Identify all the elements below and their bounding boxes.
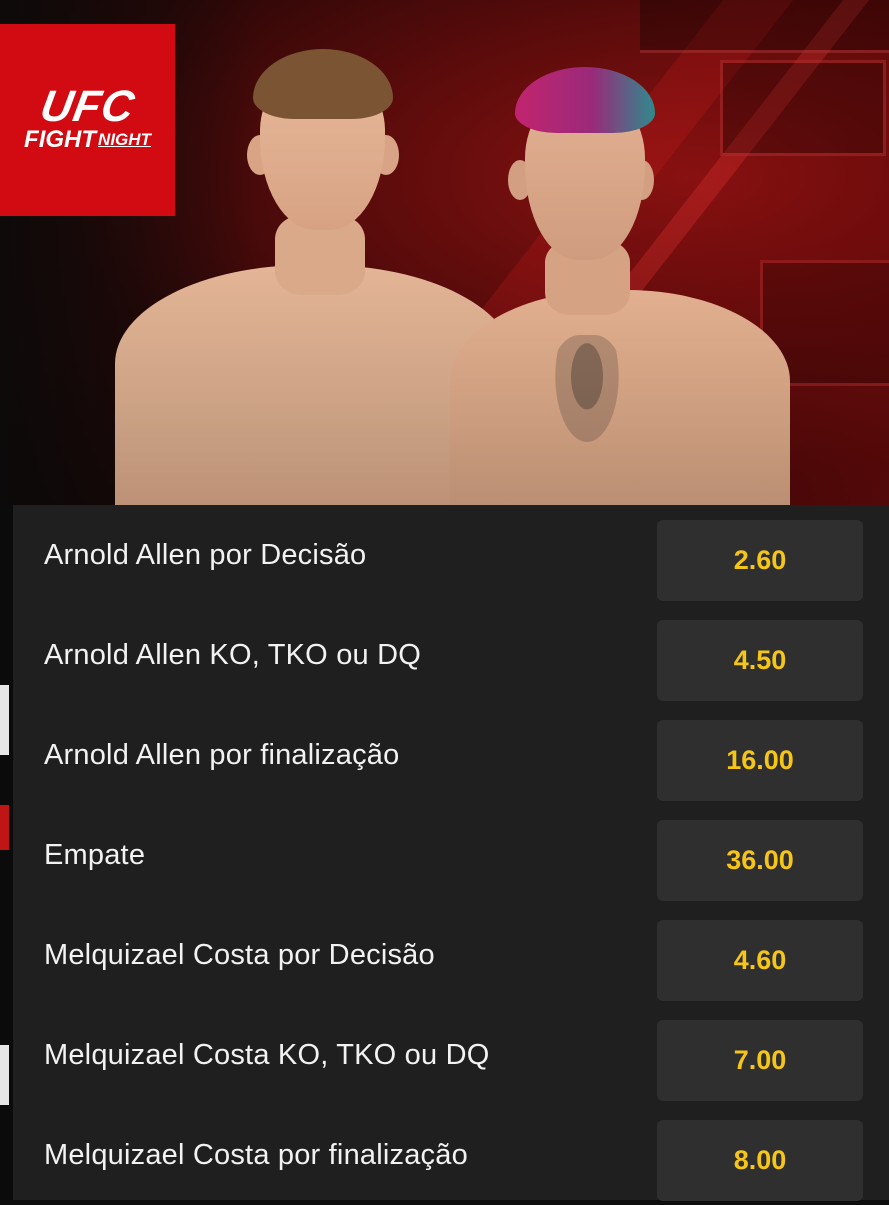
market-row: Melquizael Costa por Decisão 4.60 [13,905,889,1005]
chest-tattoo [550,335,624,453]
selection-label: Arnold Allen por Decisão [44,538,367,571]
odds-button[interactable]: 4.60 [657,920,863,1001]
edge-mark [0,805,9,850]
selection-label: Empate [44,838,146,871]
odds-button[interactable]: 4.50 [657,620,863,701]
market-row: Arnold Allen por finalização 16.00 [13,705,889,805]
fighter-melquizael-costa-image [450,35,790,505]
edge-mark [0,1045,9,1105]
logo-ufc-text: UFC [36,82,139,131]
market-row: Empate 36.00 [13,805,889,905]
odds-market-list: Arnold Allen por Decisão 2.60 Arnold All… [13,505,889,1201]
left-edge-background [0,505,13,1200]
odds-button[interactable]: 8.00 [657,1120,863,1201]
odds-button[interactable]: 2.60 [657,520,863,601]
ufc-fight-night-logo: UFC FIGHT NIGHT [0,24,175,216]
odds-button[interactable]: 36.00 [657,820,863,901]
market-row: Arnold Allen por Decisão 2.60 [13,505,889,605]
selection-label: Arnold Allen KO, TKO ou DQ [44,638,422,671]
odds-button[interactable]: 16.00 [657,720,863,801]
selection-label: Melquizael Costa KO, TKO ou DQ [44,1038,490,1071]
selection-label: Melquizael Costa por Decisão [44,938,435,971]
edge-mark [0,685,9,755]
selection-label: Arnold Allen por finalização [44,738,400,771]
selection-label: Melquizael Costa por finalização [44,1138,468,1171]
market-row: Arnold Allen KO, TKO ou DQ 4.50 [13,605,889,705]
event-banner: UFC FIGHT NIGHT [0,0,889,505]
market-row: Melquizael Costa por finalização 8.00 [13,1105,889,1205]
odds-button[interactable]: 7.00 [657,1020,863,1101]
market-row: Melquizael Costa KO, TKO ou DQ 7.00 [13,1005,889,1105]
